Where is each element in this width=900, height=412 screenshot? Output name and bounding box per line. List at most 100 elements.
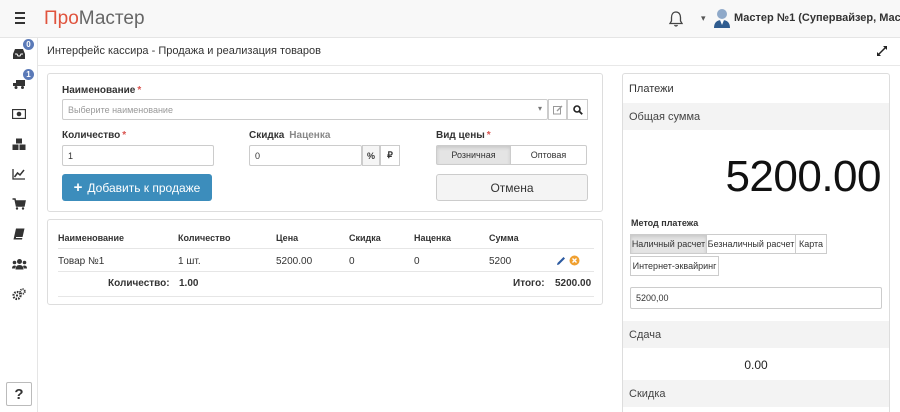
money-icon — [12, 109, 26, 119]
discount-section-label: Скидка — [629, 388, 666, 400]
payment-amount-input[interactable]: 5200,00 — [630, 287, 882, 309]
column-header-sum: Сумма — [489, 233, 519, 243]
sidebar-item-inbox[interactable]: 0 — [0, 39, 38, 68]
required-mark: * — [486, 130, 491, 141]
sidebar-item-delivery[interactable]: 1 — [0, 69, 38, 98]
price-type-label: Вид цены * — [436, 130, 491, 141]
total-amount: 5200.00 — [725, 152, 881, 201]
payments-title: Платежи — [629, 83, 674, 95]
percent-button[interactable]: % — [362, 145, 380, 166]
bell-icon[interactable] — [668, 10, 684, 28]
edit-product-button[interactable] — [548, 99, 567, 120]
menu-toggle-icon[interactable] — [12, 10, 28, 26]
add-to-sale-button[interactable]: + Добавить к продаже — [62, 174, 212, 201]
brand-master: Мастер — [78, 8, 145, 29]
plus-icon: + — [73, 178, 83, 196]
product-name-placeholder: Выберите наименование — [68, 104, 173, 115]
price-wholesale-toggle[interactable]: Оптовая — [510, 145, 587, 165]
brand-pro: Про — [44, 8, 79, 29]
column-header-name: Наименование — [58, 233, 125, 243]
search-product-button[interactable] — [567, 99, 588, 120]
help-button[interactable]: ? — [6, 382, 32, 406]
add-to-sale-label: Добавить к продаже — [87, 180, 201, 195]
name-label-text: Наименование — [62, 85, 136, 96]
cell-name: Товар №1 — [58, 256, 105, 267]
caret-down-icon: ▾ — [537, 104, 542, 113]
sidebar-item-money[interactable] — [0, 100, 38, 128]
total-label: Общая сумма — [629, 111, 701, 123]
sidebar-badge: 0 — [23, 39, 34, 50]
qty-label: Количество * — [62, 130, 126, 141]
price-retail-toggle[interactable]: Розничная — [436, 145, 511, 165]
cart-icon — [12, 198, 26, 210]
cell-price: 5200.00 — [276, 256, 313, 267]
ruble-button[interactable]: ₽ — [380, 145, 400, 166]
sidebar-item-products[interactable] — [0, 130, 38, 158]
cell-markup: 0 — [414, 256, 420, 267]
change-label: Сдача — [629, 329, 662, 341]
users-icon — [11, 259, 27, 270]
change-amount: 0.00 — [744, 358, 768, 372]
column-header-qty: Количество — [178, 233, 231, 243]
chart-icon — [12, 169, 25, 180]
footer-total-label: Итого: — [513, 278, 545, 289]
footer-qty-label: Количество: — [108, 278, 170, 289]
sidebar-item-settings[interactable] — [0, 280, 38, 308]
book-icon — [13, 228, 25, 240]
discount-input[interactable]: 0 — [249, 145, 362, 166]
brand-logo[interactable]: ПроМастер — [44, 8, 145, 30]
truck-icon — [13, 80, 25, 89]
change-section: Сдача — [623, 321, 889, 348]
required-mark: * — [137, 85, 142, 96]
discount-label: Скидка Наценка — [249, 130, 330, 141]
items-table: Наименование Количество Цена Скидка Наце… — [47, 219, 603, 305]
cell-sum: 5200 — [489, 256, 512, 267]
qty-label-text: Количество — [62, 130, 121, 141]
name-label: Наименование * — [62, 85, 141, 96]
method-cashless-button[interactable]: Безналичный расчет — [706, 234, 796, 254]
footer-qty-value: 1.00 — [179, 278, 199, 289]
page-title: Интерфейс кассира - Продажа и реализация… — [47, 45, 321, 57]
method-cash-button[interactable]: Наличный расчет — [630, 234, 707, 254]
cell-qty: 1 шт. — [178, 256, 201, 267]
remove-row-icon[interactable] — [569, 255, 580, 266]
method-internet-acquiring-button[interactable]: Интернет-эквайринг — [630, 256, 719, 276]
discount-section: Скидка — [623, 380, 889, 407]
discount-label-text: Скидка — [249, 130, 285, 141]
user-avatar[interactable] — [713, 7, 731, 29]
sale-form: Наименование * Выберите наименование ▾ Ко… — [47, 73, 603, 212]
cubes-icon — [12, 138, 26, 150]
row-divider — [58, 296, 594, 297]
sidebar-item-reports[interactable] — [0, 160, 38, 188]
sidebar-item-users[interactable] — [0, 250, 38, 278]
cogs-icon — [12, 287, 26, 300]
column-header-markup: Наценка — [414, 233, 451, 243]
sidebar-item-cart[interactable] — [0, 190, 38, 218]
total-section: Общая сумма — [623, 103, 889, 130]
column-header-discount: Скидка — [349, 233, 381, 243]
expand-icon[interactable] — [876, 45, 888, 57]
row-divider — [58, 248, 594, 249]
sidebar-item-catalog[interactable] — [0, 220, 38, 248]
markup-label[interactable]: Наценка — [289, 130, 330, 141]
column-header-price: Цена — [276, 233, 299, 243]
cell-discount: 0 — [349, 256, 355, 267]
price-type-label-text: Вид цены — [436, 130, 485, 141]
cancel-button[interactable]: Отмена — [436, 174, 588, 201]
row-divider — [58, 271, 594, 272]
qty-input[interactable]: 1 — [62, 145, 214, 166]
search-icon — [572, 104, 583, 115]
user-name[interactable]: Мастер №1 (Супервайзер, Мастер) — [734, 12, 900, 24]
footer-total-value: 5200.00 — [555, 278, 592, 289]
edit-row-pencil-icon[interactable] — [556, 256, 566, 266]
page-header: Интерфейс кассира - Продажа и реализация… — [38, 38, 900, 66]
top-bar: ПроМастер ▾ Мастер №1 (Супервайзер, Маст… — [0, 0, 900, 38]
sidebar: 0 1 ? — [0, 38, 38, 412]
product-name-select[interactable]: Выберите наименование ▾ — [62, 99, 548, 120]
inbox-icon — [13, 49, 25, 59]
edit-icon — [552, 105, 562, 114]
method-card-button[interactable]: Карта — [795, 234, 827, 254]
chevron-down-icon[interactable]: ▾ — [701, 13, 706, 24]
payment-method-label: Метод платежа — [631, 218, 699, 228]
required-mark: * — [122, 130, 127, 141]
